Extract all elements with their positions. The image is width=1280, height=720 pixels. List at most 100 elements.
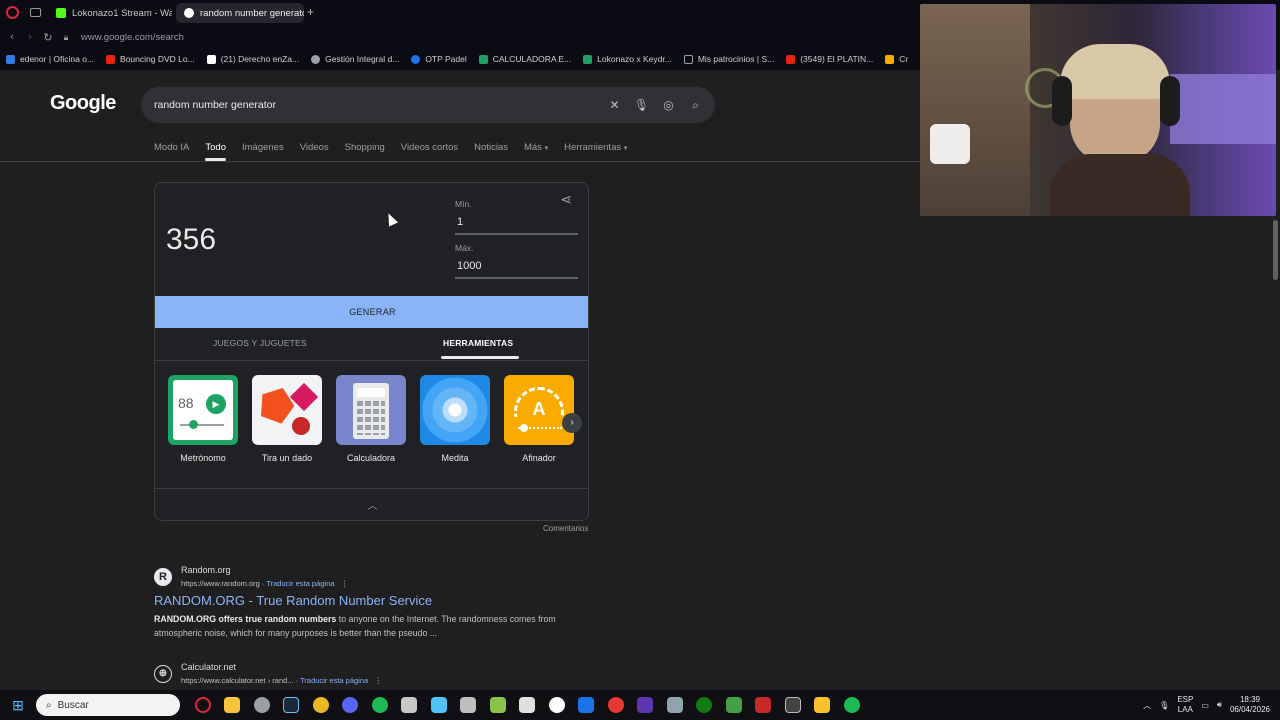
app-icon[interactable] (483, 690, 513, 720)
carousel-next-icon[interactable]: › (562, 413, 582, 433)
clock[interactable]: 18:39 06/04/2026 (1230, 695, 1270, 715)
search-tabs: Modo IA Todo Imágenes Videos Shopping Vi… (154, 142, 643, 161)
tab-lokonazo-stream[interactable]: Lokonazo1 Stream - Watc (48, 3, 172, 23)
tool-label: Medita (441, 453, 469, 463)
tab-modo-ia[interactable]: Modo IA (154, 142, 189, 161)
bookmark-item[interactable]: Bouncing DVD Lo... (100, 54, 201, 64)
bookmark-label: Bouncing DVD Lo... (120, 54, 195, 64)
chrome-icon[interactable] (247, 690, 277, 720)
bookmark-label: CALCULADORA E... (492, 54, 572, 64)
youtube-icon (786, 54, 796, 64)
network-icon[interactable]: ▭ (1201, 701, 1209, 710)
tool-metronomo[interactable]: 88 ▶ Metrónomo (168, 375, 238, 463)
back-icon[interactable]: ‹ (3, 31, 21, 43)
search-box[interactable]: random number generator ✕ 🎙︎ ◎ ⌕ (141, 87, 715, 123)
share-icon[interactable]: ⋖ (560, 191, 572, 208)
folder-icon (885, 54, 895, 64)
google-logo[interactable]: Google (50, 92, 116, 115)
folder-icon[interactable] (218, 690, 248, 720)
search-input[interactable]: random number generator (154, 99, 601, 111)
feedback-link[interactable]: Comentarios (543, 524, 588, 533)
tab-herramientas[interactable]: Herramientas ▾ (564, 142, 627, 161)
search-icon[interactable]: ⌕ (682, 98, 709, 113)
workspaces-icon[interactable] (30, 8, 41, 17)
app-icon[interactable] (631, 690, 661, 720)
notes-icon[interactable] (424, 690, 454, 720)
app-icon[interactable] (454, 690, 484, 720)
result-site-name[interactable]: Calculator.net (181, 662, 236, 672)
translate-link[interactable]: Traducir esta página (266, 579, 334, 588)
page-scrollbar[interactable] (1273, 220, 1278, 280)
windows-start-icon[interactable]: ⊞ (0, 697, 36, 714)
generate-button[interactable]: GENERAR (155, 296, 588, 328)
result-url[interactable]: https://www.random.org · Traducir esta p… (181, 579, 348, 588)
bookmark-item[interactable]: (3549) El PLATIN... (780, 54, 879, 64)
translate-link[interactable]: Traducir esta página (300, 676, 368, 685)
bookmark-item[interactable]: (21) Derecho enZa... (201, 54, 305, 64)
reload-icon[interactable]: ↻ (39, 31, 57, 44)
steam-icon[interactable] (277, 690, 307, 720)
tab-imagenes[interactable]: Imágenes (242, 142, 284, 161)
lock-icon: 🔒︎ (63, 31, 69, 42)
more-options-icon[interactable]: ⋮ (374, 676, 382, 685)
tab-videos[interactable]: Videos (300, 142, 329, 161)
shield-icon[interactable] (572, 690, 602, 720)
app-icon[interactable] (513, 690, 543, 720)
bookmark-item[interactable]: Mis patrocinios | S... (678, 54, 780, 64)
new-tab-icon[interactable]: + (307, 5, 314, 19)
app-icon[interactable] (808, 690, 838, 720)
spotify-icon[interactable] (365, 690, 395, 720)
tab-todo[interactable]: Todo (205, 142, 226, 161)
app-icon[interactable] (749, 690, 779, 720)
microphone-icon[interactable]: 🎙︎ (1159, 701, 1169, 710)
chevron-up-icon[interactable]: ︿ (155, 497, 588, 512)
app-icon[interactable] (542, 690, 572, 720)
max-input[interactable]: 1000 (455, 258, 578, 279)
bookmark-label: Mis patrocinios | S... (697, 54, 775, 64)
tool-calculadora[interactable]: Calculadora (336, 375, 406, 463)
lens-icon[interactable]: ◎ (655, 98, 682, 112)
result-title-link[interactable]: RANDOM.ORG - True Random Number Service (154, 593, 432, 608)
tab-shopping[interactable]: Shopping (345, 142, 385, 161)
tab-juegos-y-juguetes[interactable]: JUEGOS Y JUGUETES (213, 338, 307, 348)
app-icon[interactable] (306, 690, 336, 720)
tab-mas[interactable]: Más ▾ (524, 142, 548, 161)
microphone-icon[interactable]: 🎙︎ (628, 98, 655, 112)
tool-tira-un-dado[interactable]: Tira un dado (252, 375, 322, 463)
tab-videos-cortos[interactable]: Videos cortos (401, 142, 458, 161)
volume-icon[interactable]: 🔊︎ (1217, 700, 1222, 710)
bookmark-item[interactable]: Cr (879, 54, 914, 64)
opera-menu-icon[interactable] (6, 6, 19, 19)
bookmark-item[interactable]: CALCULADORA E... (473, 54, 577, 64)
obs-icon[interactable] (395, 690, 425, 720)
result-site-name[interactable]: Random.org (181, 565, 231, 575)
tab-noticias[interactable]: Noticias (474, 142, 508, 161)
clear-icon[interactable]: ✕ (601, 98, 628, 112)
tool-medita[interactable]: Medita (420, 375, 490, 463)
result-url[interactable]: https://www.calculator.net › rand... · T… (181, 676, 382, 685)
discord-icon[interactable] (336, 690, 366, 720)
tab-label: random number generator (200, 7, 304, 19)
opera-icon[interactable] (188, 690, 218, 720)
xbox-icon[interactable] (690, 690, 720, 720)
chevron-up-icon[interactable]: ︿ (1143, 700, 1151, 711)
app-icon[interactable] (660, 690, 690, 720)
bookmark-item[interactable]: OTP Padel (405, 54, 472, 64)
min-label: Mín. (455, 199, 472, 209)
more-options-icon[interactable]: ⋮ (341, 579, 349, 588)
app-icon[interactable] (778, 690, 808, 720)
language-indicator[interactable]: ESP LAA (1177, 695, 1193, 715)
tab-random-number-generator[interactable]: random number generator (176, 3, 304, 23)
app-icon[interactable] (601, 690, 631, 720)
forward-icon[interactable]: › (21, 31, 39, 43)
spotify-icon[interactable] (837, 690, 867, 720)
bookmark-item[interactable]: edenor | Oficina o... (0, 54, 100, 64)
system-tray: ︿ 🎙︎ ESP LAA ▭ 🔊︎ 18:39 06/04/2026 (1143, 690, 1280, 720)
min-input[interactable]: 1 (455, 214, 578, 235)
url-field[interactable]: www.google.com/search (81, 32, 184, 43)
tab-herramientas-card[interactable]: HERRAMIENTAS (443, 338, 513, 348)
taskbar-search[interactable]: ⌕ Buscar (36, 694, 180, 716)
bookmark-item[interactable]: Gestión Integral d... (305, 54, 405, 64)
bookmark-item[interactable]: Lokonazo x Keydr... (577, 54, 678, 64)
app-icon[interactable] (719, 690, 749, 720)
